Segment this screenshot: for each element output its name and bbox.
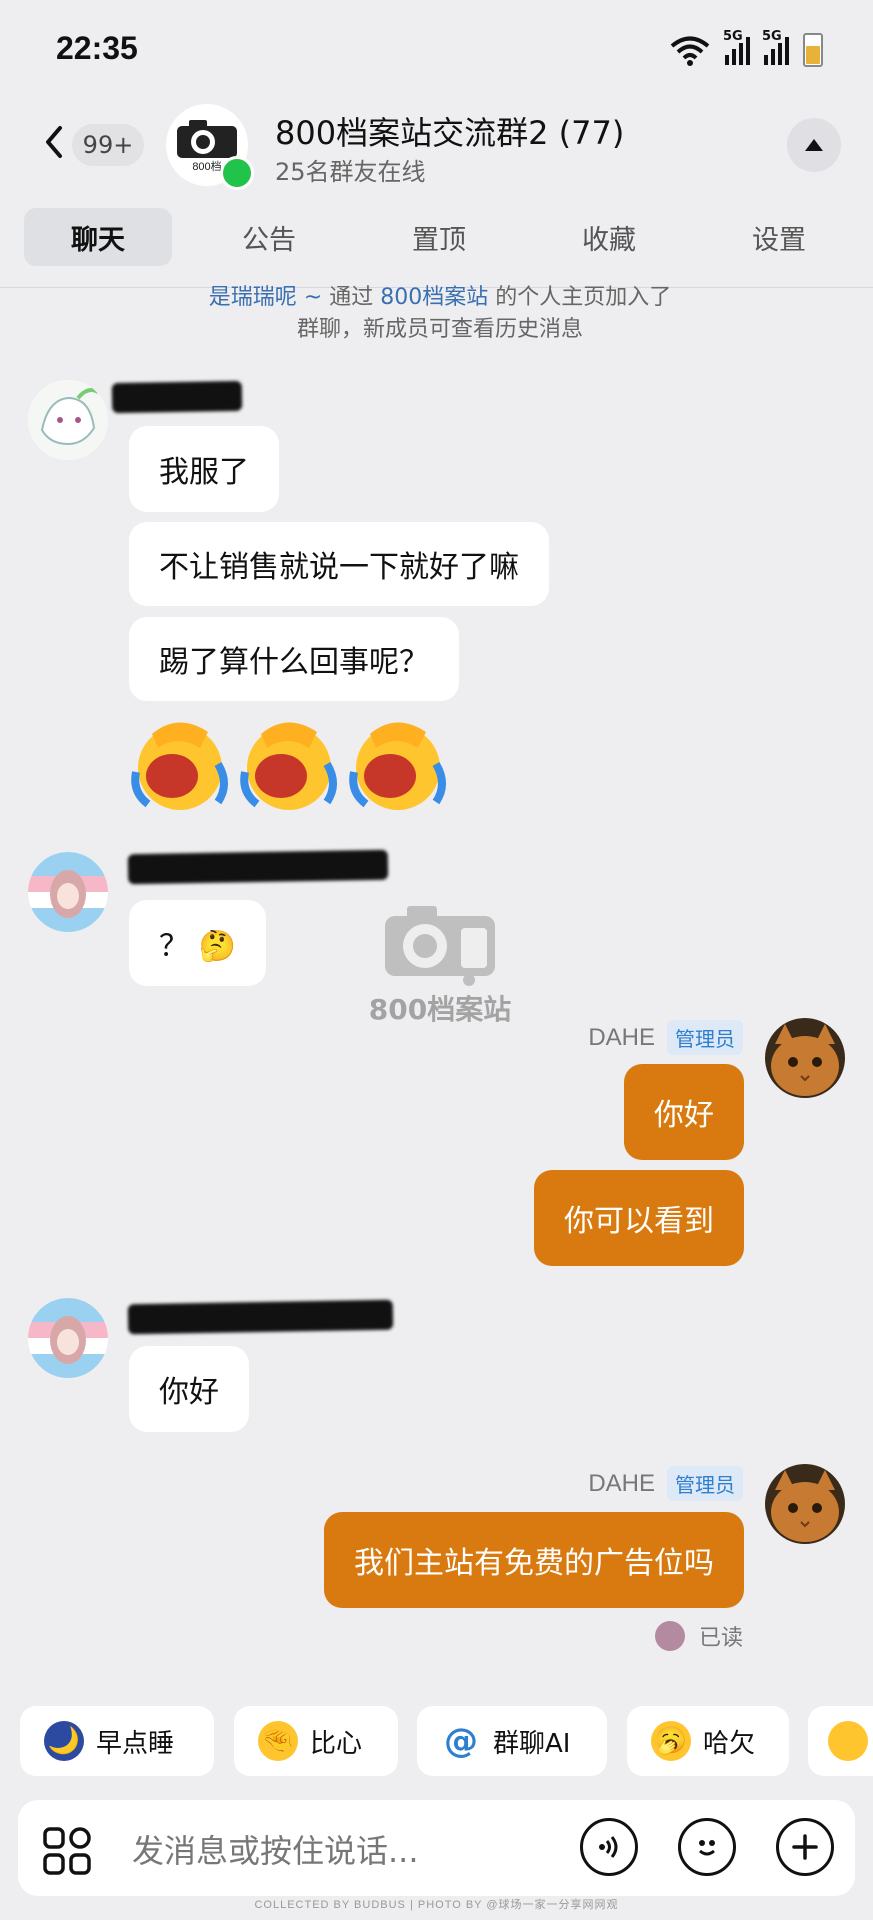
redacted-name: [111, 380, 243, 414]
message-bubble[interactable]: 我服了: [129, 426, 279, 512]
collapse-button[interactable]: [787, 118, 841, 172]
signal-icon: 5G: [723, 29, 750, 65]
new-member-name[interactable]: 是瑞瑞呢 ~: [209, 285, 322, 310]
sender-name[interactable]: DAHE: [588, 1024, 655, 1052]
voice-wave-icon: [599, 1836, 618, 1858]
status-icons: 5G 5G: [669, 29, 823, 70]
tab-settings[interactable]: 设置: [705, 208, 853, 266]
online-count: 25名群友在线: [275, 158, 426, 186]
quick-reply-chip-partial[interactable]: [808, 1706, 873, 1776]
quick-reply-chip[interactable]: 🤏 比心: [234, 1706, 398, 1776]
tab-announcement[interactable]: 公告: [195, 208, 343, 266]
my-message-bubble[interactable]: 我们主站有免费的广告位吗: [324, 1512, 744, 1608]
unread-badge[interactable]: 99+: [72, 124, 144, 166]
chip-label: 比心: [310, 1728, 363, 1759]
back-arrow-icon[interactable]: [40, 122, 70, 162]
read-status: 已读: [698, 1626, 743, 1651]
sender-row: DAHE 管理员: [588, 1020, 743, 1055]
quick-reply-chip[interactable]: 🥱 哈欠: [627, 1706, 789, 1776]
camera-watermark-icon: [385, 906, 495, 986]
sender-row: DAHE 管理员: [588, 1466, 743, 1501]
sys-line2: 群聊，新成员可查看历史消息: [296, 317, 583, 342]
yawn-icon: 🥱: [651, 1721, 691, 1761]
heart-hands-icon: 🤏: [258, 1721, 298, 1761]
tab-bar: 聊天 公告 置顶 收藏 设置: [0, 208, 873, 272]
avatar-text: 800档: [192, 159, 221, 172]
signal-icon: 5G: [762, 29, 789, 65]
signal-1-label: 5G: [723, 29, 743, 44]
anime-girl-avatar-icon: [28, 1298, 108, 1378]
my-message-bubble[interactable]: 你可以看到: [534, 1170, 744, 1266]
plus-icon: [792, 1834, 818, 1860]
emoji-button[interactable]: [678, 1818, 736, 1876]
quick-reply-chip[interactable]: @ 群聊AI: [417, 1706, 607, 1776]
message-bubble[interactable]: ？ 🤔: [129, 900, 266, 986]
redacted-name: [127, 1299, 394, 1335]
emoji-face-icon: [828, 1721, 868, 1761]
avatar[interactable]: [28, 380, 108, 460]
admin-tag: 管理员: [667, 1466, 743, 1501]
redacted-name: [127, 849, 389, 885]
my-avatar[interactable]: [765, 1018, 845, 1098]
message-input[interactable]: [130, 1820, 574, 1882]
watermark-text: 800档案站: [368, 993, 512, 1026]
chip-label: 群聊AI: [493, 1728, 571, 1759]
message-bubble[interactable]: 踢了算什么回事呢？: [129, 617, 459, 701]
avatar[interactable]: [28, 852, 108, 932]
facepalm-laugh-emoji-icon[interactable]: [237, 712, 341, 812]
watermark: 800档案站: [355, 900, 525, 1028]
chip-label: 早点睡: [96, 1728, 175, 1759]
my-avatar[interactable]: [765, 1464, 845, 1544]
tab-pinned[interactable]: 置顶: [365, 208, 513, 266]
battery-icon: [803, 33, 823, 67]
online-dot: [220, 156, 254, 190]
admin-tag: 管理员: [667, 1020, 743, 1055]
sender-name[interactable]: DAHE: [588, 1470, 655, 1498]
at-icon: @: [444, 1721, 478, 1761]
triangle-up-icon: [805, 139, 823, 151]
source-link[interactable]: 800档案站: [380, 285, 488, 310]
system-message: 是瑞瑞呢 ~ 通过 800档案站 的个人主页加入了 群聊，新成员可查看历史消息: [120, 282, 760, 346]
message-bubble[interactable]: 你好: [129, 1346, 249, 1432]
my-message-bubble[interactable]: 你好: [624, 1064, 744, 1160]
more-button[interactable]: [776, 1818, 834, 1876]
apps-grid-icon[interactable]: [42, 1826, 92, 1876]
cat-avatar-icon: [765, 1018, 845, 1098]
sys-rest: 的个人主页加入了: [488, 285, 672, 310]
quick-reply-chip[interactable]: 🌙 早点睡: [20, 1706, 214, 1776]
footer-credit: COLLECTED BY BUDBUS | PHOTO BY @球场一家一分享网…: [254, 1899, 619, 1911]
message-bubble[interactable]: 不让销售就说一下就好了嘛: [129, 522, 549, 606]
cat-avatar-icon: [765, 1464, 845, 1544]
status-time: 22:35: [56, 30, 138, 66]
chip-label: 哈欠: [703, 1728, 756, 1759]
voice-button[interactable]: [580, 1818, 638, 1876]
tab-favorites[interactable]: 收藏: [535, 208, 683, 266]
signal-2-label: 5G: [762, 29, 782, 44]
cartoon-avatar-icon: [28, 380, 108, 460]
anime-girl-avatar-icon: [28, 852, 108, 932]
facepalm-laugh-emoji-icon[interactable]: [128, 712, 232, 812]
reader-avatar: [654, 1621, 685, 1651]
tab-chat[interactable]: 聊天: [24, 208, 172, 266]
read-receipt: 已读: [654, 1620, 743, 1652]
avatar[interactable]: [28, 1298, 108, 1378]
facepalm-laugh-emoji-icon[interactable]: [346, 712, 450, 812]
smiley-icon: [699, 1840, 715, 1856]
sys-via: 通过: [322, 285, 381, 310]
moon-icon: 🌙: [44, 1721, 84, 1761]
group-title[interactable]: 800档案站交流群2 (77): [275, 108, 624, 154]
wifi-icon: [670, 36, 710, 66]
